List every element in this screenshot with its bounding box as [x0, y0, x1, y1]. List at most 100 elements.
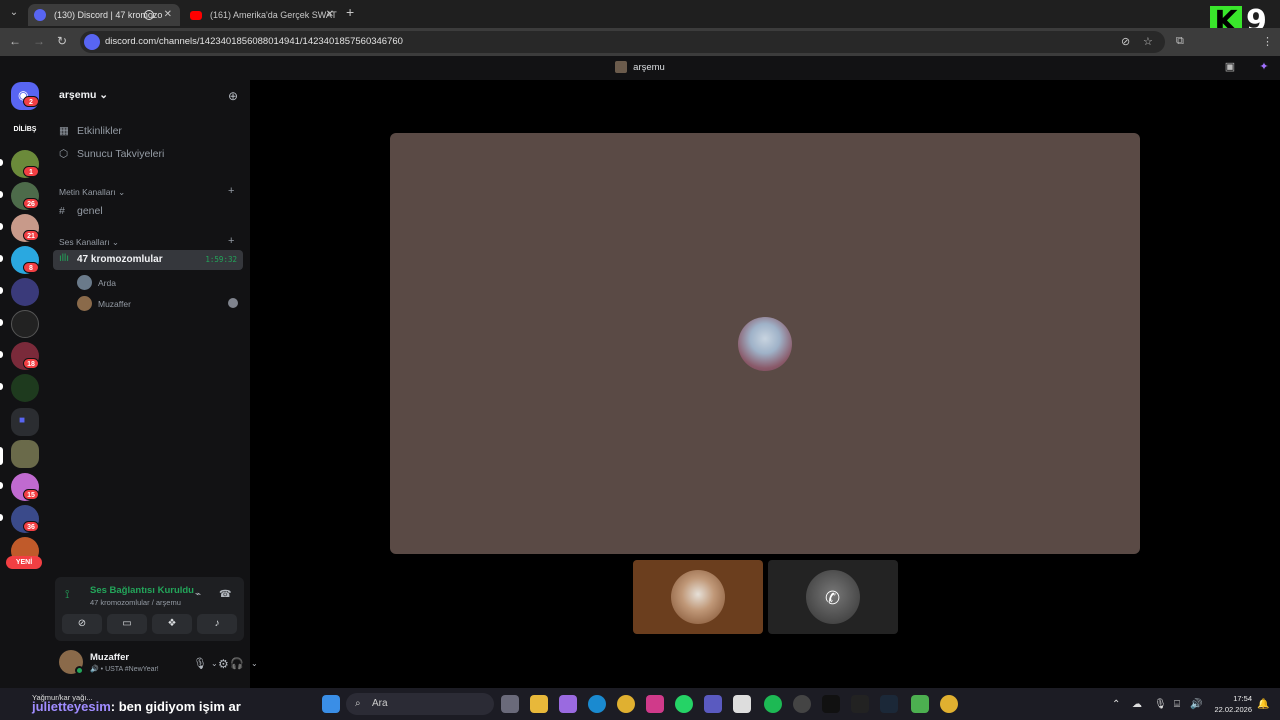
notification-badge: 2: [23, 96, 39, 107]
avatar: [77, 275, 92, 290]
hashtag-icon: #: [59, 205, 65, 217]
notification-badge: 8: [23, 262, 39, 273]
voice-channel-47-kromozomlular[interactable]: ıllı 47 kromozomlular 1:59:32: [53, 250, 243, 270]
close-icon[interactable]: ✕: [164, 4, 172, 26]
voice-connection-panel: ⟟ Ses Bağlantısı Kuruldu 47 kromozomlula…: [55, 577, 244, 641]
tray-microphone-icon[interactable]: 🎙: [1154, 699, 1167, 710]
bookmark-star-icon[interactable]: ☆: [1143, 35, 1153, 48]
edge-icon[interactable]: [588, 695, 606, 713]
window-title: arşemu: [633, 62, 665, 73]
voice-status: Ses Bağlantısı Kuruldu: [90, 585, 194, 596]
taskbar-clock[interactable]: 17:54 22.02.2026: [1208, 693, 1252, 715]
noise-suppression-icon[interactable]: ⌁: [195, 589, 201, 600]
url-text: discord.com/channels/1423401856088014941…: [105, 36, 403, 47]
server-icon[interactable]: [11, 278, 39, 306]
server-icon[interactable]: [11, 310, 39, 338]
inbox-icon[interactable]: ▣: [1222, 60, 1238, 76]
reload-icon[interactable]: ↻: [57, 34, 67, 48]
voice-channels-category[interactable]: Ses Kanalları ⌄: [59, 237, 119, 248]
server-icon-arsemu[interactable]: [11, 440, 39, 468]
channel-genel[interactable]: # genel: [59, 205, 103, 217]
android-app-icon[interactable]: [911, 695, 929, 713]
forward-arrow-icon[interactable]: →: [33, 34, 45, 48]
headphones-icon[interactable]: 🎧: [230, 657, 244, 670]
disconnect-icon[interactable]: ☎: [219, 589, 231, 600]
boost-icon: ⬡: [59, 148, 69, 160]
voice-channel-name: 47 kromozomlular: [77, 254, 163, 265]
windows-start-icon[interactable]: [322, 695, 340, 713]
avatar: [671, 570, 725, 624]
tray-volume-icon[interactable]: 🔊: [1190, 699, 1202, 710]
tray-network-icon[interactable]: ⌸: [1174, 699, 1180, 710]
notification-badge: 15: [23, 489, 39, 500]
file-explorer-icon[interactable]: [530, 695, 548, 713]
notification-badge: 1: [23, 166, 39, 177]
soundboard-button[interactable]: ♪: [197, 614, 237, 634]
search-icon: ⌕: [355, 698, 361, 709]
url-field[interactable]: discord.com/channels/1423401856088014941…: [80, 31, 1165, 53]
server-folder-dilibs[interactable]: DİLİBŞ: [6, 126, 44, 133]
notification-badge: 36: [23, 521, 39, 532]
camera-button[interactable]: ⊘: [62, 614, 102, 634]
microphone-icon[interactable]: 🎙: [193, 657, 207, 670]
channel-sidebar: arşemu ⌄ ⊕ ▦ Etkinlikler ⬡ Sunucu Takviyel…: [50, 80, 258, 688]
notifications-bell-icon[interactable]: 🔔: [1257, 699, 1269, 710]
taskbar-search[interactable]: ⌕ Ara: [346, 693, 494, 715]
tray-cloud-icon[interactable]: ☁: [1132, 699, 1142, 710]
instagram-icon[interactable]: [646, 695, 664, 713]
steam-icon[interactable]: [880, 695, 898, 713]
server-icon[interactable]: [11, 374, 39, 402]
server-icon: [615, 61, 628, 74]
teams-icon[interactable]: [704, 695, 722, 713]
server-folder[interactable]: ■: [11, 408, 39, 436]
chrome-icon[interactable]: [617, 695, 635, 713]
task-view-icon[interactable]: [501, 695, 519, 713]
selected-pill: [0, 447, 3, 465]
capcut-icon[interactable]: [822, 695, 840, 713]
new-badge[interactable]: YENİ: [6, 556, 42, 569]
voice-location[interactable]: 47 kromozomlular / arşemu: [90, 598, 181, 607]
app-icon[interactable]: [793, 695, 811, 713]
nitro-icon[interactable]: ✦: [1256, 60, 1272, 76]
server-name-header[interactable]: arşemu ⌄: [59, 89, 108, 101]
username[interactable]: Muzaffer: [90, 652, 129, 663]
participant-tile[interactable]: ✆: [768, 560, 898, 634]
chrome-icon[interactable]: [940, 695, 958, 713]
menu-kebab-icon[interactable]: ⋮: [1262, 35, 1273, 48]
add-channel-icon[interactable]: +: [228, 185, 234, 197]
clock-date: 22.02.2026: [1214, 705, 1252, 714]
tray-chevron-up-icon[interactable]: ⌃: [1112, 699, 1120, 710]
screen-share-button[interactable]: ▭: [107, 614, 147, 634]
invite-people-icon[interactable]: ⊕: [228, 89, 238, 103]
tab-youtube[interactable]: (161) Amerika'da Gerçek SWAT ✕: [184, 4, 342, 26]
site-info-icon[interactable]: [84, 34, 100, 50]
activities-button[interactable]: ❖: [152, 614, 192, 634]
settings-gear-icon[interactable]: ⚙: [218, 657, 229, 671]
copilot-icon[interactable]: [559, 695, 577, 713]
voice-timer: 1:59:32: [205, 255, 237, 264]
deafened-icon: [228, 298, 238, 308]
epic-games-icon[interactable]: [851, 695, 869, 713]
avatar: [738, 317, 792, 371]
close-icon[interactable]: ✕: [326, 4, 334, 26]
signal-icon[interactable]: ⟟: [65, 587, 69, 602]
spotify-icon[interactable]: [764, 695, 782, 713]
eye-off-icon[interactable]: ⊘: [1121, 35, 1130, 48]
back-arrow-icon[interactable]: ←: [9, 34, 21, 48]
store-icon[interactable]: [733, 695, 751, 713]
server-boosts-nav[interactable]: ⬡ Sunucu Takviyeleri: [59, 148, 164, 160]
new-tab-button[interactable]: +: [346, 4, 354, 20]
text-channels-category[interactable]: Metin Kanalları ⌄: [59, 187, 125, 198]
tab-search-menu[interactable]: ⌄: [6, 5, 22, 21]
address-bar-row: ← → ↻ discord.com/channels/1423401856088…: [0, 28, 1280, 56]
extensions-icon[interactable]: ⧉: [1176, 35, 1184, 48]
participant-tile[interactable]: [633, 560, 763, 634]
add-channel-icon[interactable]: +: [228, 235, 234, 247]
recording-icon: [144, 10, 154, 20]
whatsapp-icon[interactable]: [675, 695, 693, 713]
tab-discord[interactable]: (130) Discord | 47 kromozo ✕: [28, 4, 180, 26]
chevron-down-icon[interactable]: ⌄: [211, 659, 218, 668]
events-nav[interactable]: ▦ Etkinlikler: [59, 125, 122, 137]
chevron-down-icon[interactable]: ⌄: [251, 659, 258, 668]
discord-favicon-icon: [34, 9, 46, 21]
